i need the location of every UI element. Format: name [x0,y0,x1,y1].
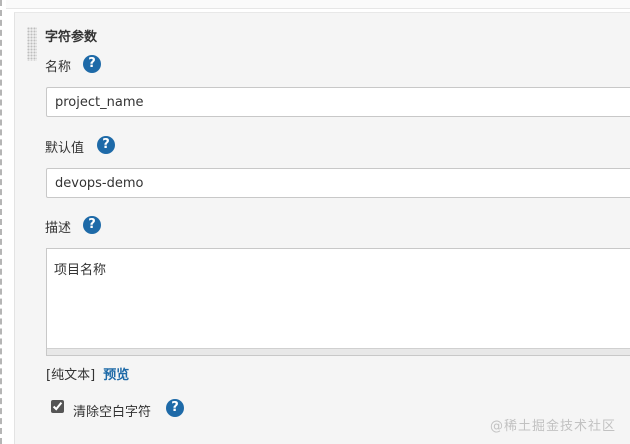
trim-whitespace-label: 清除空白字符 [73,405,152,420]
description-help-icon[interactable]: ? [83,216,101,234]
name-help-icon[interactable]: ? [83,55,101,73]
textarea-resize-handle[interactable] [47,348,630,355]
watermark: @稀土掘金技术社区 [489,419,616,434]
default-value-help-icon[interactable]: ? [97,136,115,154]
description-textarea[interactable]: 项目名称 [47,249,630,349]
outer-dashed-border [0,0,8,444]
previous-section-edge [6,0,630,9]
description-box: 项目名称 [46,248,630,356]
format-line: [纯文本] 预览 [46,364,129,383]
plain-text-label: [纯文本] [46,368,96,383]
trim-help-icon[interactable]: ? [166,399,184,417]
default-value-label: 默认值 [45,141,85,156]
preview-link[interactable]: 预览 [103,368,129,383]
trim-whitespace-checkbox[interactable] [51,400,64,413]
drag-handle-icon[interactable] [27,27,37,61]
default-value-input[interactable] [46,168,630,198]
section-title: 字符参数 [45,30,98,45]
name-label: 名称 [45,60,72,75]
description-label: 描述 [45,221,72,236]
name-input[interactable] [46,87,630,117]
string-parameter-panel: 字符参数 名称 ? 默认值 ? 描述 ? 项目名称 [纯文本] 预览 清除空白字… [14,12,630,444]
